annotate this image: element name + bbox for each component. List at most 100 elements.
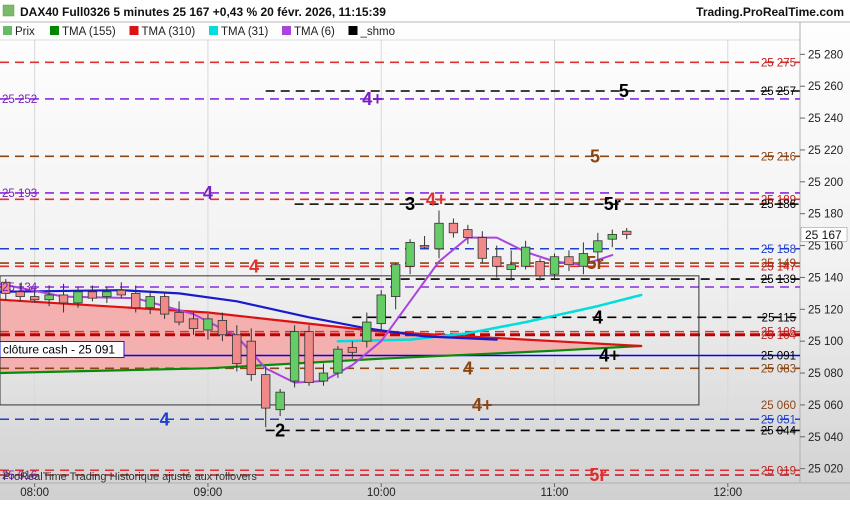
- candle-body-26: [376, 294, 386, 325]
- candle-body-3: [44, 294, 54, 301]
- level-label-12: 25 115: [762, 312, 796, 324]
- last-price-label: 25 167: [805, 228, 842, 242]
- candle-body-29: [419, 245, 430, 248]
- x-tick-label-4: 12:00: [713, 487, 742, 499]
- level-label-14: 25 104: [761, 330, 797, 342]
- candle-body-15: [217, 320, 228, 336]
- y-tick-label-6: 25 140: [808, 272, 843, 284]
- candle-body-20: [289, 331, 300, 382]
- y-tick-label-10: 25 220: [808, 145, 843, 157]
- candle-body-39: [564, 256, 574, 266]
- level-label-20: 25 019: [761, 465, 796, 477]
- level-mark-1: 5: [619, 81, 629, 101]
- candle-body-11: [159, 296, 170, 315]
- y-tick-label-8: 25 180: [808, 209, 843, 221]
- candle-body-37: [535, 261, 545, 277]
- y-tick-label-7: 25 160: [808, 241, 843, 253]
- y-tick-label-5: 25 120: [808, 304, 843, 316]
- level-label-16: 25 083: [761, 363, 796, 375]
- level-mark-10: 4+: [599, 346, 620, 366]
- candle-body-35: [506, 264, 516, 270]
- candle-body-24: [347, 347, 357, 353]
- candle-body-28: [405, 241, 415, 267]
- candle-body-22: [318, 372, 329, 382]
- level-mark-2: 5: [590, 146, 600, 166]
- candle-body-7: [102, 291, 112, 297]
- level-label-19: 25 044: [761, 425, 797, 437]
- candle-21: [304, 325, 314, 386]
- x-tick-label-0: 08:00: [20, 487, 49, 499]
- legend-swatch-1: [50, 26, 59, 35]
- level-label-1: 25 257: [761, 86, 796, 98]
- level-label-7: 25 158: [761, 244, 796, 256]
- plot-background: [0, 0, 850, 500]
- y-tick-label-4: 25 100: [808, 336, 843, 348]
- candle-body-31: [448, 222, 459, 234]
- level-label-10: 25 139: [761, 274, 796, 286]
- level-mark-4: 3: [405, 194, 415, 214]
- legend-swatch-3: [209, 26, 218, 35]
- y-tick-label-3: 25 080: [808, 368, 843, 380]
- candle-body-4: [58, 294, 69, 304]
- candle-23: [333, 345, 343, 378]
- level-label-17: 25 060: [761, 400, 796, 412]
- candle-body-25: [362, 321, 372, 342]
- level-mark-8: 5r: [586, 253, 603, 273]
- candle-body-30: [434, 222, 444, 250]
- level-label-11: 25 134: [2, 282, 38, 294]
- legend-swatch-5: [348, 26, 358, 35]
- level-mark-5: 4+: [426, 189, 447, 209]
- candle-body-5: [73, 291, 83, 304]
- candle-body-33: [477, 237, 487, 259]
- legend-swatch-2: [129, 26, 139, 35]
- candle-body-43: [622, 230, 632, 235]
- candle-body-13: [188, 318, 199, 329]
- legend-label-2: TMA (310): [142, 26, 196, 38]
- candle-body-19: [275, 391, 285, 411]
- footer-note: ProRealTime Trading Historique ajusté au…: [3, 471, 257, 483]
- level-mark-3: 4: [203, 183, 213, 203]
- legend-label-5: _shmo: [360, 26, 396, 38]
- cash-close-label: clôture cash - 25 091: [3, 343, 115, 357]
- legend-label-3: TMA (31): [221, 26, 268, 38]
- chart-window: DAX40 Full0326 5 minutes 25 167 +0,43 % …: [0, 0, 850, 500]
- level-mark-13: 4: [160, 409, 170, 429]
- candle-body-42: [607, 234, 617, 240]
- y-tick-label-11: 25 240: [808, 113, 843, 125]
- candle-body-9: [131, 292, 141, 309]
- legend-label-4: TMA (6): [294, 26, 335, 38]
- y-tick-label-0: 25 020: [808, 464, 843, 476]
- brand-label[interactable]: Trading.ProRealTime.com: [696, 5, 844, 19]
- candle-body-27: [391, 264, 401, 297]
- candle-body-41: [593, 240, 603, 253]
- x-tick-label-3: 11:00: [541, 487, 569, 499]
- candle-body-38: [549, 256, 560, 275]
- candle-20: [289, 325, 300, 388]
- level-mark-9: 4: [593, 307, 603, 327]
- y-tick-label-12: 25 260: [808, 81, 843, 93]
- chart-title: DAX40 Full0326 5 minutes 25 167 +0,43 % …: [20, 5, 386, 19]
- level-mark-15: 5r: [589, 465, 606, 485]
- candle-body-17: [246, 340, 256, 376]
- level-label-6: 25 186: [761, 199, 796, 211]
- level-label-4: 25 193: [2, 188, 37, 200]
- candle-body-14: [203, 318, 213, 331]
- level-label-3: 25 216: [761, 151, 796, 163]
- last-price-marker: 25 167: [800, 227, 848, 242]
- settings-icon[interactable]: [2, 4, 15, 17]
- level-mark-7: 4: [249, 256, 259, 276]
- legend-swatch-4: [282, 26, 291, 35]
- candle-body-6: [87, 291, 98, 299]
- candle-26: [376, 290, 386, 331]
- level-label-15: 25 091: [761, 351, 796, 363]
- candle-body-36: [520, 246, 531, 267]
- y-tick-label-2: 25 060: [808, 400, 843, 412]
- x-tick-label-1: 09:00: [194, 487, 223, 499]
- candle-body-23: [333, 348, 343, 374]
- level-label-9: 25 147: [761, 261, 796, 273]
- chart-svg: DAX40 Full0326 5 minutes 25 167 +0,43 % …: [0, 0, 850, 500]
- y-tick-label-13: 25 280: [808, 49, 843, 61]
- candle-body-18: [261, 374, 271, 409]
- x-tick-label-2: 10:00: [367, 487, 396, 499]
- level-mark-12: 4+: [472, 395, 493, 415]
